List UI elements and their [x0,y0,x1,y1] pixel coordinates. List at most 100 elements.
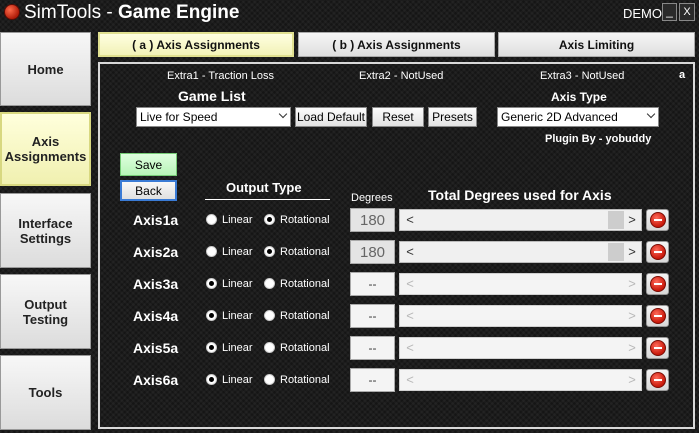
load-default-button[interactable]: Load Default [295,107,367,127]
reset-button[interactable]: Reset [372,107,424,127]
minimize-button[interactable]: _ [662,3,677,21]
tab-axis-assignments-b[interactable]: ( b ) Axis Assignments [298,32,495,57]
reset-axis-button-axis6a[interactable] [646,369,669,391]
reset-axis-button-axis1a[interactable] [646,209,669,231]
red-reset-icon [650,244,666,260]
radio-rotational-axis1a[interactable] [264,214,275,225]
radio-label-linear: Linear [222,310,253,322]
degrees-field-axis6a[interactable]: -- [350,368,395,392]
sidebar-item-output-testing[interactable]: Output Testing [0,274,91,349]
radio-linear-axis3a[interactable] [206,278,217,289]
sidebar-item-axis-assignments[interactable]: Axis Assignments [0,112,91,186]
sidebar-item-home[interactable]: Home [0,32,91,106]
reset-axis-button-axis4a[interactable] [646,305,669,327]
degrees-field-axis5a[interactable]: -- [350,336,395,360]
game-list-select[interactable]: Live for Speed [136,107,291,127]
radio-label-rotational: Rotational [280,342,330,354]
radio-linear-axis1a[interactable] [206,214,217,225]
output-type-divider [205,199,330,200]
corner-label: a [679,69,686,81]
radio-label-rotational: Rotational [280,246,330,258]
sidebar-item-interface-settings[interactable]: Interface Settings [0,193,91,268]
radio-label-linear: Linear [222,374,253,386]
radio-label-linear: Linear [222,342,253,354]
radio-linear-axis6a[interactable] [206,374,217,385]
axis-label-axis2a: Axis2a [133,244,179,260]
reset-axis-button-axis3a[interactable] [646,273,669,295]
output-type-header: Output Type [226,180,302,195]
scroll-left-arrow-icon[interactable]: < [402,210,418,230]
radio-rotational-axis6a[interactable] [264,374,275,385]
reset-axis-button-axis2a[interactable] [646,241,669,263]
slider-thumb[interactable] [608,211,624,229]
reset-axis-button-axis5a[interactable] [646,337,669,359]
close-button[interactable]: X [679,3,695,21]
extra2-label: Extra2 - NotUsed [359,70,444,82]
sidebar-item-tools[interactable]: Tools [0,355,91,430]
scroll-left-arrow-icon[interactable]: < [402,306,418,326]
radio-label-linear: Linear [222,214,253,226]
radio-label-rotational: Rotational [280,278,330,290]
degrees-header: Degrees [351,192,393,204]
save-button[interactable]: Save [120,153,177,176]
radio-label-rotational: Rotational [280,310,330,322]
red-reset-icon [650,276,666,292]
axis-label-axis5a: Axis5a [133,340,179,356]
degrees-slider-axis6a[interactable]: < > [399,369,642,391]
game-list-value: Live for Speed [140,110,218,124]
radio-linear-axis4a[interactable] [206,310,217,321]
slider-thumb[interactable] [608,243,624,261]
scroll-left-arrow-icon[interactable]: < [402,338,418,358]
radio-linear-axis2a[interactable] [206,246,217,257]
radio-label-rotational: Rotational [280,374,330,386]
scroll-left-arrow-icon[interactable]: < [402,242,418,262]
degrees-field-axis2a[interactable]: 180 [350,240,395,264]
degrees-field-axis4a[interactable]: -- [350,304,395,328]
radio-rotational-axis5a[interactable] [264,342,275,353]
axis-type-value: Generic 2D Advanced [501,110,618,124]
degrees-slider-axis3a[interactable]: < > [399,273,642,295]
degrees-slider-axis5a[interactable]: < > [399,337,642,359]
axis-type-label: Axis Type [551,90,607,104]
red-reset-icon [650,308,666,324]
degrees-field-axis3a[interactable]: -- [350,272,395,296]
degrees-slider-axis4a[interactable]: < > [399,305,642,327]
demo-badge: DEMO [623,6,662,21]
scroll-right-arrow-icon[interactable]: > [624,210,640,230]
scroll-right-arrow-icon[interactable]: > [624,306,640,326]
radio-rotational-axis3a[interactable] [264,278,275,289]
axis-label-axis4a: Axis4a [133,308,179,324]
degrees-slider-axis1a[interactable]: < > [399,209,642,231]
radio-rotational-axis2a[interactable] [264,246,275,257]
red-reset-icon [650,340,666,356]
scroll-right-arrow-icon[interactable]: > [624,370,640,390]
scroll-left-arrow-icon[interactable]: < [402,274,418,294]
radio-rotational-axis4a[interactable] [264,310,275,321]
tab-axis-limiting[interactable]: Axis Limiting [498,32,695,57]
chevron-down-icon [646,109,656,119]
degrees-slider-axis2a[interactable]: < > [399,241,642,263]
app-title: SimTools - Game Engine [24,2,240,23]
extra1-label: Extra1 - Traction Loss [167,70,274,82]
plugin-by-label: Plugin By - yobuddy [545,133,652,145]
degrees-field-axis1a[interactable]: 180 [350,208,395,232]
axis-label-axis3a: Axis3a [133,276,179,292]
back-button[interactable]: Back [120,180,177,201]
chevron-down-icon [278,109,288,119]
axis-label-axis6a: Axis6a [133,372,179,388]
scroll-right-arrow-icon[interactable]: > [624,242,640,262]
radio-label-rotational: Rotational [280,214,330,226]
tab-axis-assignments-a[interactable]: ( a ) Axis Assignments [98,32,294,57]
scroll-right-arrow-icon[interactable]: > [624,338,640,358]
scroll-right-arrow-icon[interactable]: > [624,274,640,294]
red-reset-icon [650,372,666,388]
scroll-left-arrow-icon[interactable]: < [402,370,418,390]
radio-linear-axis5a[interactable] [206,342,217,353]
title-bar: SimTools - Game Engine DEMO _ X [0,0,699,28]
red-reset-icon [650,212,666,228]
radio-label-linear: Linear [222,278,253,290]
extra3-label: Extra3 - NotUsed [540,70,625,82]
total-degrees-header: Total Degrees used for Axis [428,187,612,203]
axis-type-select[interactable]: Generic 2D Advanced [497,107,659,127]
presets-button[interactable]: Presets [428,107,477,127]
